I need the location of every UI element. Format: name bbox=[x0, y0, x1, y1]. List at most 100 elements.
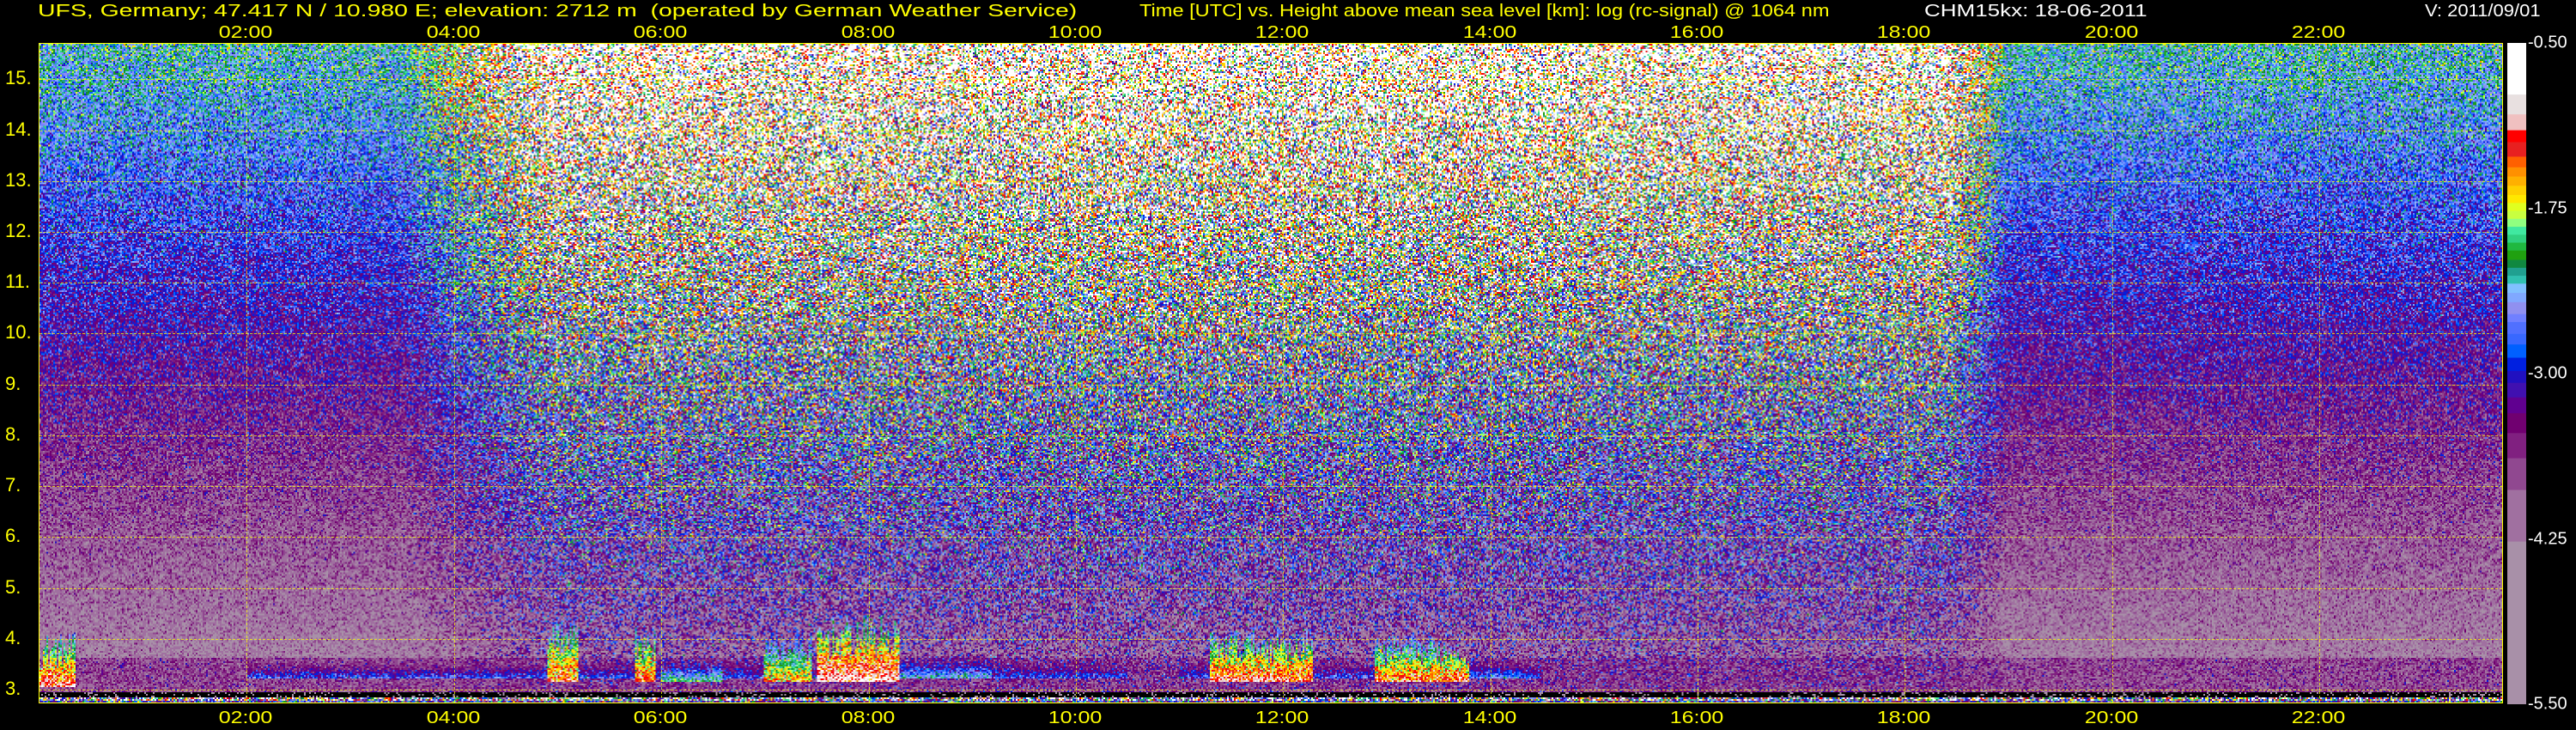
x-tick-label-top: 20:00 bbox=[2084, 23, 2139, 42]
x-tick-label-bottom: 08:00 bbox=[841, 709, 895, 727]
y-tick-label: 3. bbox=[5, 677, 21, 699]
colorbar-level bbox=[2507, 458, 2526, 491]
grid-line-vertical bbox=[1490, 44, 1492, 703]
colorbar-level bbox=[2507, 541, 2526, 704]
chart-title: Time [UTC] vs. Height above mean sea lev… bbox=[1139, 2, 1830, 21]
colorbar-level bbox=[2507, 227, 2526, 235]
colorbar-level bbox=[2507, 433, 2526, 459]
grid-line-horizontal bbox=[39, 486, 2502, 488]
colorbar-level bbox=[2507, 357, 2526, 372]
lidar-backscatter-plot bbox=[39, 43, 2503, 703]
x-tick-label-top: 22:00 bbox=[2291, 23, 2346, 42]
y-tick-label: 15. bbox=[5, 67, 32, 89]
grid-line-vertical bbox=[453, 44, 455, 703]
colorbar-tick-label: -3.00 bbox=[2528, 363, 2567, 383]
y-tick-label: 10. bbox=[5, 321, 32, 344]
colorbar bbox=[2507, 43, 2526, 704]
x-tick-label-bottom: 02:00 bbox=[219, 709, 273, 727]
x-tick-label-top: 18:00 bbox=[1877, 23, 1931, 42]
colorbar-level bbox=[2507, 156, 2526, 168]
colorbar-level bbox=[2507, 218, 2526, 228]
colorbar-level bbox=[2507, 490, 2526, 543]
colorbar-level bbox=[2507, 276, 2526, 284]
grid-line-horizontal bbox=[39, 384, 2502, 386]
colorbar-level bbox=[2507, 195, 2526, 204]
x-tick-label-bottom: 12:00 bbox=[1255, 709, 1309, 727]
y-tick-label: 13. bbox=[5, 168, 32, 191]
colorbar-tick-label: -0.50 bbox=[2528, 33, 2567, 52]
x-tick-label-bottom: 18:00 bbox=[1877, 709, 1931, 727]
x-tick-label-bottom: 16:00 bbox=[1669, 709, 1724, 727]
colorbar-level bbox=[2507, 397, 2526, 414]
x-tick-label-bottom: 04:00 bbox=[426, 709, 481, 727]
station-info: UFS, Germany; 47.417 N / 10.980 E; eleva… bbox=[38, 2, 1078, 21]
colorbar-level bbox=[2507, 413, 2526, 434]
colorbar-level bbox=[2507, 321, 2526, 335]
y-tick-label: 5. bbox=[5, 575, 21, 598]
grid-line-horizontal bbox=[39, 333, 2502, 335]
y-tick-label: 7. bbox=[5, 474, 21, 496]
colorbar-level bbox=[2507, 94, 2526, 115]
colorbar-level bbox=[2507, 176, 2526, 186]
x-tick-label-bottom: 06:00 bbox=[633, 709, 688, 727]
colorbar-level bbox=[2507, 313, 2526, 323]
y-tick-label: 9. bbox=[5, 372, 21, 394]
grid-line-horizontal bbox=[39, 232, 2502, 234]
instrument-date: CHM15kx: 18-06-2011 bbox=[1924, 2, 2148, 21]
colorbar-level bbox=[2507, 242, 2526, 252]
colorbar-level bbox=[2507, 114, 2526, 131]
x-tick-label-top: 04:00 bbox=[426, 23, 481, 42]
colorbar-level bbox=[2507, 167, 2526, 178]
heatmap-image bbox=[39, 44, 2502, 703]
version-label: V: 2011/09/01 bbox=[2425, 2, 2541, 21]
grid-line-horizontal bbox=[39, 79, 2502, 81]
x-tick-label-bottom: 14:00 bbox=[1462, 709, 1516, 727]
colorbar-level bbox=[2507, 259, 2526, 269]
x-tick-label-top: 12:00 bbox=[1255, 23, 1309, 42]
grid-line-horizontal bbox=[39, 587, 2502, 589]
x-tick-label-bottom: 22:00 bbox=[2291, 709, 2346, 727]
grid-line-vertical bbox=[246, 44, 248, 703]
colorbar-tick-label: -5.50 bbox=[2528, 694, 2567, 714]
colorbar-level bbox=[2507, 210, 2526, 220]
x-tick-label-top: 06:00 bbox=[633, 23, 688, 42]
x-tick-label-top: 02:00 bbox=[219, 23, 273, 42]
grid-line-horizontal bbox=[39, 537, 2502, 538]
colorbar-level bbox=[2507, 344, 2526, 359]
colorbar-level bbox=[2507, 333, 2526, 345]
grid-line-vertical bbox=[1075, 44, 1077, 703]
x-tick-label-bottom: 10:00 bbox=[1048, 709, 1103, 727]
colorbar-level bbox=[2507, 250, 2526, 261]
grid-line-vertical bbox=[2111, 44, 2113, 703]
colorbar-level bbox=[2507, 130, 2526, 143]
colorbar-level bbox=[2507, 203, 2526, 212]
y-tick-label: 14. bbox=[5, 118, 32, 140]
x-tick-label-top: 08:00 bbox=[841, 23, 895, 42]
grid-line-vertical bbox=[868, 44, 870, 703]
colorbar-level bbox=[2507, 293, 2526, 303]
y-tick-label: 6. bbox=[5, 525, 21, 547]
colorbar-level bbox=[2507, 370, 2526, 384]
y-tick-label: 8. bbox=[5, 423, 21, 445]
grid-line-horizontal bbox=[39, 435, 2502, 436]
colorbar-level bbox=[2507, 382, 2526, 398]
colorbar-level bbox=[2507, 283, 2526, 294]
grid-line-vertical bbox=[1283, 44, 1285, 703]
grid-line-horizontal bbox=[39, 638, 2502, 640]
y-tick-label: 12. bbox=[5, 220, 32, 242]
grid-line-horizontal bbox=[39, 180, 2502, 182]
colorbar-level bbox=[2507, 142, 2526, 157]
grid-line-vertical bbox=[661, 44, 663, 703]
colorbar-level bbox=[2507, 301, 2526, 315]
x-tick-label-top: 16:00 bbox=[1669, 23, 1724, 42]
colorbar-level bbox=[2507, 186, 2526, 196]
x-tick-label-bottom: 20:00 bbox=[2084, 709, 2139, 727]
colorbar-tick-label: -1.75 bbox=[2528, 198, 2567, 217]
colorbar-level bbox=[2507, 43, 2526, 95]
colorbar-level bbox=[2507, 234, 2526, 244]
y-tick-label: 4. bbox=[5, 626, 21, 648]
x-tick-label-top: 14:00 bbox=[1462, 23, 1516, 42]
x-tick-label-top: 10:00 bbox=[1048, 23, 1103, 42]
colorbar-tick-label: -4.25 bbox=[2528, 529, 2567, 548]
colorbar-level bbox=[2507, 267, 2526, 277]
